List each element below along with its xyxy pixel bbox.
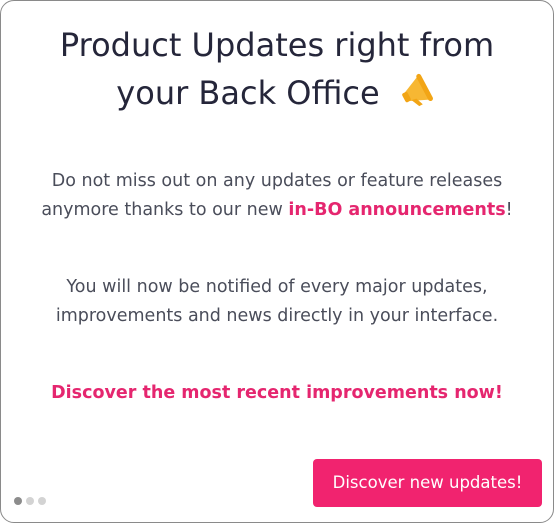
title-line-2: your Back Office — [21, 69, 533, 117]
title-line-2-text: your Back Office — [116, 74, 380, 112]
megaphone-icon — [398, 72, 438, 110]
title-line-1: Product Updates right from — [59, 26, 495, 64]
cta-text: Discover the most recent improvements no… — [51, 383, 503, 403]
announcement-title: Product Updates right from your Back Off… — [21, 21, 533, 117]
in-bo-announcements-link[interactable]: in-BO announcements — [288, 200, 505, 220]
announcement-card: Product Updates right from your Back Off… — [0, 0, 554, 523]
pagination-dot-3[interactable] — [38, 497, 46, 505]
intro-paragraph: Do not miss out on any updates or featur… — [21, 167, 533, 225]
notice-paragraph: You will now be notified of every major … — [55, 277, 499, 326]
pagination-dots — [14, 497, 46, 505]
pagination-dot-2[interactable] — [26, 497, 34, 505]
pagination-dot-1[interactable] — [14, 497, 22, 505]
discover-updates-button[interactable]: Discover new updates! — [313, 459, 542, 507]
intro-text-end: ! — [505, 200, 513, 220]
